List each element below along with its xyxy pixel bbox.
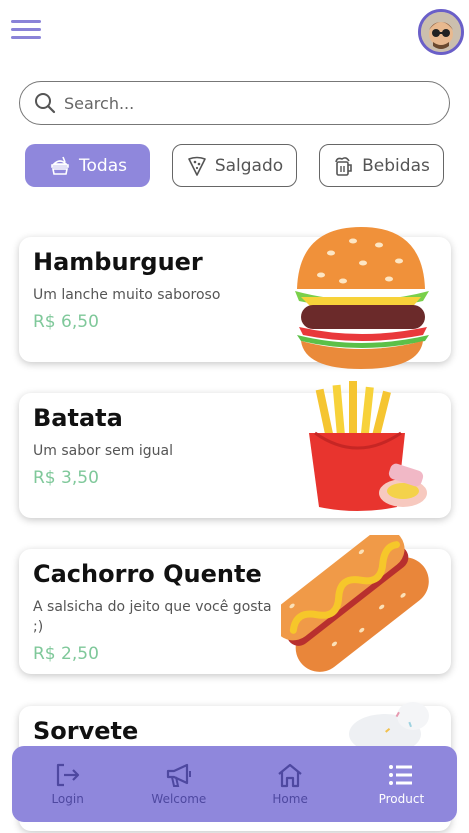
login-icon <box>56 763 79 787</box>
beer-mug-icon <box>335 156 352 176</box>
nav-home[interactable]: Home <box>240 762 340 806</box>
fries-image <box>309 381 427 511</box>
nav-label: Home <box>272 792 308 806</box>
search-bar[interactable] <box>19 81 450 125</box>
hotdog-image <box>281 535 429 672</box>
nav-login[interactable]: Login <box>18 762 118 806</box>
filter-todas-button[interactable]: Todas <box>25 144 150 187</box>
product-price: R$ 6,50 <box>33 312 99 332</box>
product-description: A salsicha do jeito que você gosta ;) <box>33 599 272 635</box>
filter-label: Todas <box>79 155 127 176</box>
avatar[interactable] <box>418 9 464 55</box>
nav-label: Welcome <box>151 792 207 806</box>
search-input[interactable] <box>64 93 424 113</box>
search-icon <box>35 93 56 114</box>
product-name: Batata <box>33 404 123 432</box>
bottom-nav: Login Welcome Home Product <box>12 746 457 822</box>
product-price: R$ 3,50 <box>33 468 99 488</box>
product-price: R$ 2,50 <box>33 644 99 664</box>
product-name: Cachorro Quente <box>33 560 262 588</box>
product-name: Hamburguer <box>33 248 203 276</box>
food-icon <box>51 156 69 175</box>
hamburger-menu-icon[interactable] <box>11 20 41 42</box>
filter-bebidas-button[interactable]: Bebidas <box>319 144 444 187</box>
pizza-slice-icon <box>188 156 206 176</box>
product-description: Um lanche muito saboroso <box>33 287 221 303</box>
home-icon <box>278 763 302 788</box>
product-card-cachorro-quente[interactable]: Cachorro Quente A salsicha do jeito que … <box>19 535 451 674</box>
megaphone-icon <box>166 763 191 787</box>
nav-label: Product <box>378 792 425 806</box>
product-name: Sorvete <box>33 717 139 745</box>
filter-salgado-button[interactable]: Salgado <box>172 144 297 187</box>
avatar-image <box>421 12 461 52</box>
product-card-batata[interactable]: Batata Um sabor sem igual R$ 3,50 <box>19 381 451 518</box>
nav-product[interactable]: Product <box>351 762 451 806</box>
product-description: Um sabor sem igual <box>33 443 173 459</box>
list-icon <box>389 765 413 785</box>
nav-label: Login <box>51 792 84 806</box>
icecream-image <box>349 702 429 752</box>
filter-label: Bebidas <box>362 155 430 176</box>
nav-welcome[interactable]: Welcome <box>129 762 229 806</box>
burger-image <box>295 227 429 369</box>
filter-label: Salgado <box>214 155 284 176</box>
product-card-hamburguer[interactable]: Hamburguer Um lanche muito saboroso R$ 6… <box>19 227 451 369</box>
